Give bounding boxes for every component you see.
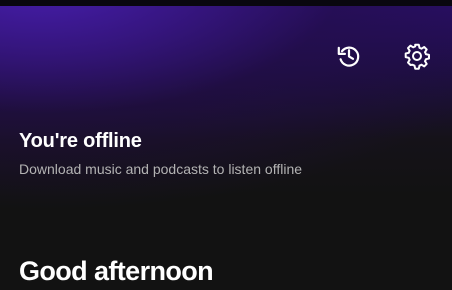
recently-played-button[interactable] (332, 39, 366, 73)
offline-title: You're offline (19, 130, 142, 152)
top-status-strip (0, 0, 452, 6)
offline-subtitle: Download music and podcasts to listen of… (19, 161, 303, 177)
history-icon (334, 41, 364, 71)
gear-icon (402, 41, 432, 71)
page-title: Good afternoon (19, 256, 214, 286)
offline-banner: You're offline Download music and podcas… (19, 128, 429, 178)
top-actions (332, 39, 434, 73)
settings-button[interactable] (400, 39, 434, 73)
app-screen: You're offline Download music and podcas… (0, 0, 452, 290)
